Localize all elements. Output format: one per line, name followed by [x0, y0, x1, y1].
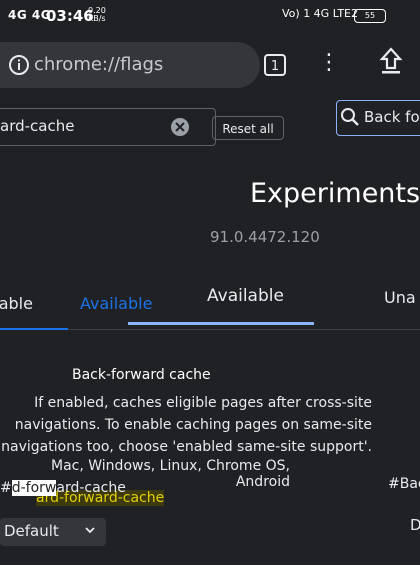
select-value: Default	[4, 522, 59, 540]
experiment-link[interactable]: #d-forward-cache	[0, 480, 126, 496]
experiment-name: Back-forward cache	[72, 367, 211, 383]
search-input-ghost[interactable]: Back fo	[364, 108, 420, 126]
network-speed: 0.20 KB/s	[88, 6, 106, 23]
hash-highlight: d-forw	[11, 480, 57, 496]
tab-underline-active	[128, 322, 314, 325]
signal-indicator: 4G 4G	[8, 8, 52, 22]
chevron-down-icon	[85, 527, 95, 534]
clear-icon[interactable]	[170, 117, 190, 137]
tab-unavailable[interactable]: Una	[384, 288, 416, 307]
experiment-link-right[interactable]: #Bac	[388, 476, 420, 492]
hash-rest: ard-cache	[56, 480, 126, 496]
tab-underline-left	[0, 328, 68, 330]
tab-available-ghost[interactable]: Available	[80, 294, 152, 313]
url-text[interactable]: chrome://flags	[34, 54, 163, 75]
update-icon[interactable]	[378, 46, 404, 76]
more-vert-icon[interactable]: ⋮	[318, 52, 340, 74]
tab-switcher-icon[interactable]: 1	[264, 54, 286, 76]
version-label: 91.0.4472.120	[210, 228, 320, 246]
reset-all-button[interactable]: Reset all	[212, 116, 284, 140]
search-input[interactable]: ard-cache	[0, 117, 74, 135]
search-icon	[341, 108, 359, 126]
network-status: Vo) 1 4G LTE2	[282, 7, 358, 20]
experiment-description: If enabled, caches eligible pages after …	[1, 395, 372, 455]
tab-available[interactable]: Available	[207, 286, 284, 306]
info-icon[interactable]	[8, 54, 30, 76]
battery-icon: 55	[354, 9, 386, 23]
hash-prefix: #	[0, 480, 12, 496]
experiment-select-right[interactable]: D	[410, 516, 420, 534]
status-bar: 4G 4G 03:46 0.20 KB/s Vo) 1 4G LTE2 55	[0, 0, 420, 34]
page-title: Experiments	[250, 178, 420, 209]
clock: 03:46	[46, 7, 94, 25]
tab-available-left[interactable]: ailable	[0, 294, 33, 313]
